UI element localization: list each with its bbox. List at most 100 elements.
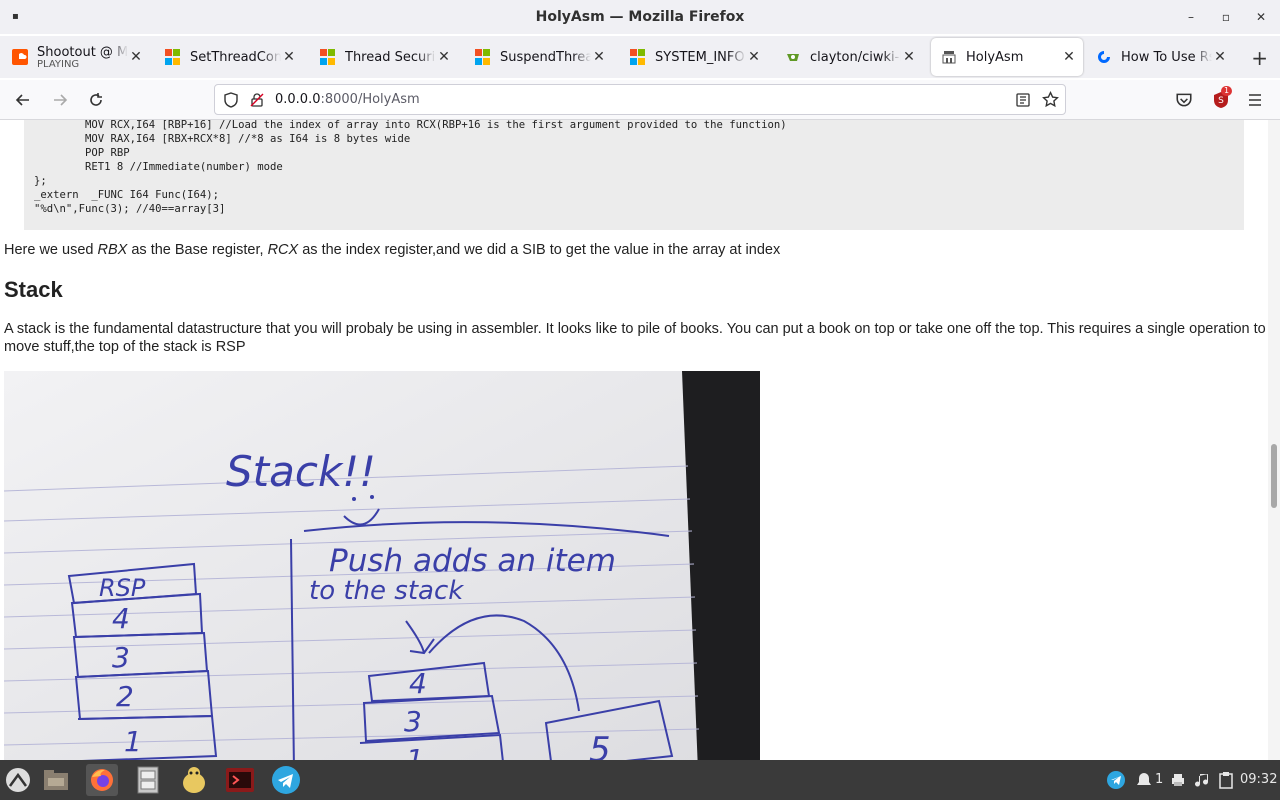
bookmark-star-icon[interactable]	[1042, 91, 1059, 108]
stack-item: 4	[112, 602, 130, 635]
tab-close-icon[interactable]: ✕	[1061, 49, 1077, 65]
section-heading-stack: Stack	[4, 277, 63, 302]
scrollbar-thumb[interactable]	[1271, 444, 1277, 508]
maximize-icon[interactable]: ▫	[1217, 8, 1235, 26]
tab-close-icon[interactable]: ✕	[128, 49, 144, 65]
paragraph-stack-intro: A stack is the fundamental datastructure…	[4, 321, 1266, 355]
url-host: 0.0.0.0	[275, 92, 321, 107]
tab-label: HolyAsm	[966, 49, 1024, 65]
stack-item: 2	[116, 680, 134, 713]
tab-strip: Shootout @ My b PLAYING ✕ SetThreadConte…	[0, 36, 1280, 78]
forward-icon[interactable]	[49, 89, 71, 111]
telegram-tray-icon[interactable]	[1106, 770, 1126, 790]
tab-label: SetThreadConte	[190, 49, 281, 65]
url-text[interactable]: 0.0.0.0:8000/HolyAsm	[275, 92, 420, 107]
firefox-icon[interactable]	[86, 764, 118, 796]
tab-system-info[interactable]: SYSTEM_INFO (s ✕	[620, 38, 768, 76]
tab-label: Thread Security	[345, 49, 436, 65]
tab-close-icon[interactable]: ✕	[901, 49, 917, 65]
tab-label: SYSTEM_INFO (s	[655, 49, 746, 65]
pocket-icon[interactable]	[1175, 91, 1193, 109]
taskbar: 1 09:32	[0, 760, 1280, 800]
clock: 09:32	[1240, 772, 1278, 787]
tab-label: SuspendThread	[500, 49, 591, 65]
tracking-protection-shield-icon[interactable]	[223, 92, 239, 108]
character-app-icon[interactable]	[178, 764, 210, 796]
code-line: _extern _FUNC I64 Func(I64);	[34, 189, 219, 201]
stack-item: 3	[112, 641, 130, 674]
tab-thread-security[interactable]: Thread Security ✕	[310, 38, 458, 76]
reload-icon[interactable]	[85, 89, 107, 111]
digitalocean-icon	[1098, 51, 1110, 63]
tab-close-icon[interactable]: ✕	[281, 49, 297, 65]
pile-item: 4	[409, 667, 427, 700]
pile-item: 1	[406, 743, 424, 760]
extension-ublock-icon[interactable]: S 1	[1211, 86, 1233, 110]
drawing-title: Stack!!	[226, 447, 376, 496]
tab-label: How To Use Rsyn	[1121, 49, 1212, 65]
printer-tray-icon[interactable]	[1170, 772, 1186, 788]
tab-close-icon[interactable]: ✕	[1212, 49, 1228, 65]
window-title: HolyAsm — Mozilla Firefox	[535, 9, 745, 25]
code-text: MOV RCX,I64 [RBP+16] //Load the index of…	[34, 120, 1234, 216]
pile-item: 3	[404, 705, 422, 738]
file-cabinet-icon[interactable]	[132, 764, 164, 796]
close-window-icon[interactable]: ✕	[1252, 8, 1270, 26]
code-line: "%d\n",Func(3); //40==array[3]	[34, 203, 226, 215]
code-block: MOV RCX,I64 [RBP+16] //Load the index of…	[24, 120, 1244, 230]
app-menu-icon[interactable]	[2, 764, 34, 796]
hamburger-menu-icon[interactable]	[1247, 92, 1263, 108]
microsoft-icon	[320, 49, 336, 65]
code-line: };	[34, 175, 47, 187]
soundcloud-icon	[12, 49, 28, 65]
insecure-connection-icon[interactable]	[249, 92, 265, 108]
window-menu-icon[interactable]: ▪	[12, 11, 22, 23]
minimize-icon[interactable]: –	[1182, 8, 1200, 26]
drawing-caption-line1: Push adds an item	[329, 543, 616, 579]
tab-suspendthread[interactable]: SuspendThread ✕	[465, 38, 613, 76]
tab-close-icon[interactable]: ✕	[746, 49, 762, 65]
paragraph-sib-explanation: Here we used RBX as the Base register, R…	[4, 242, 781, 258]
tab-setthreadcontext[interactable]: SetThreadConte ✕	[155, 38, 303, 76]
file-manager-icon[interactable]	[40, 764, 72, 796]
stack-drawing-photo: Stack!! Push adds an item to the stack R…	[4, 371, 760, 760]
tab-close-icon[interactable]: ✕	[591, 49, 607, 65]
code-line: MOV RCX,I64 [RBP+16] //Load the index of…	[85, 120, 787, 131]
telegram-icon[interactable]	[270, 764, 302, 796]
svg-text:S: S	[1218, 96, 1224, 106]
stack-item: 1	[124, 725, 142, 758]
tab-clayton-ciwki[interactable]: clayton/ciwki-RE ✕	[775, 38, 923, 76]
code-line: POP RBP	[85, 147, 130, 159]
microsoft-icon	[630, 49, 646, 65]
code-line: MOV RAX,I64 [RBX+RCX*8] //*8 as I64 is 8…	[85, 133, 411, 145]
code-line: RET1 8 //Immediate(number) mode	[85, 161, 283, 173]
tab-playing-label: PLAYING	[37, 58, 80, 70]
new-tab-icon[interactable]: +	[1251, 46, 1268, 70]
terminal-app-icon[interactable]	[224, 764, 256, 796]
holyasm-favicon-icon	[942, 51, 956, 64]
music-tray-icon[interactable]	[1195, 771, 1211, 789]
microsoft-icon	[475, 49, 491, 65]
tab-holyasm[interactable]: HolyAsm ✕	[931, 38, 1083, 76]
tray-notification-count: 1	[1155, 772, 1164, 787]
tab-shootout[interactable]: Shootout @ My b PLAYING ✕	[2, 38, 150, 76]
url-bar[interactable]: 0.0.0.0:8000/HolyAsm	[214, 84, 1066, 115]
tab-rsync[interactable]: How To Use Rsyn ✕	[1086, 38, 1234, 76]
gitea-icon	[787, 54, 799, 61]
notification-badge: 1	[1221, 86, 1233, 96]
pushed-item: 5	[589, 730, 611, 760]
vertical-scrollbar[interactable]	[1268, 120, 1280, 760]
clipboard-tray-icon[interactable]	[1218, 771, 1234, 789]
stack-label-rsp: RSP	[99, 574, 146, 602]
tab-label: clayton/ciwki-RE	[810, 49, 901, 65]
back-icon[interactable]	[12, 89, 34, 111]
microsoft-icon	[165, 49, 181, 65]
window-titlebar: ▪ HolyAsm — Mozilla Firefox – ▫ ✕	[0, 0, 1280, 34]
tab-close-icon[interactable]: ✕	[436, 49, 452, 65]
reader-view-icon[interactable]	[1015, 92, 1031, 108]
navigation-toolbar: 0.0.0.0:8000/HolyAsm S 1	[0, 80, 1280, 120]
drawing-caption-line2: to the stack	[309, 576, 464, 606]
tab-label: Shootout @ My b	[37, 44, 128, 60]
notifications-tray-icon[interactable]	[1135, 771, 1153, 789]
url-path: :8000/HolyAsm	[320, 92, 420, 107]
